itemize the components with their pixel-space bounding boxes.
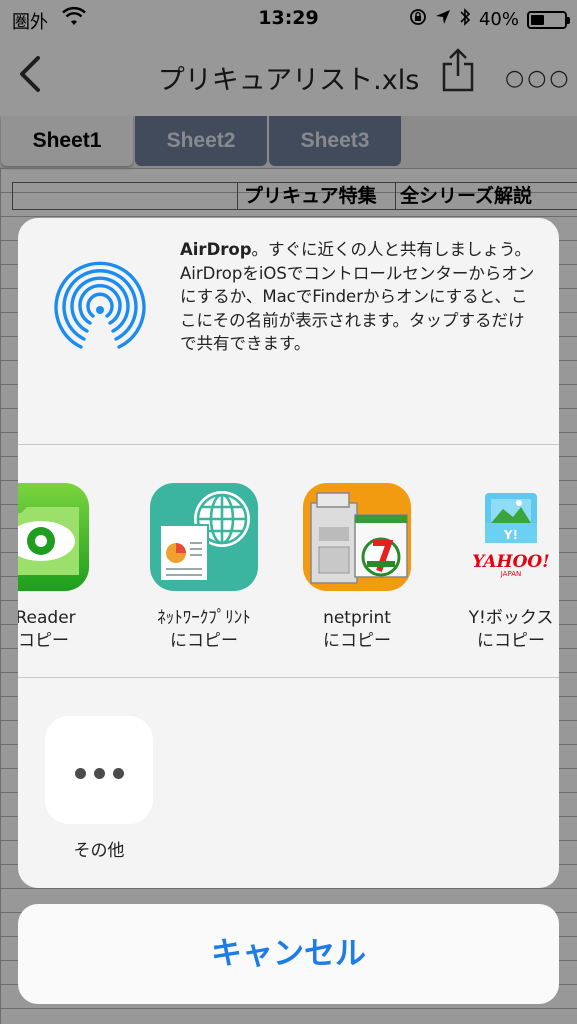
app-label: ﾈｯﾄﾜｰｸﾌﾟﾘﾝﾄ にコピー (157, 608, 251, 651)
netprint-icon (303, 483, 411, 591)
airdrop-description: AirDrop。すぐに近くの人と共有しましょう。AirDropをiOSでコントロ… (180, 238, 538, 356)
airdrop-icon (50, 260, 150, 360)
more-actions-section: その他 (18, 678, 559, 888)
app-yahoo-box[interactable]: Y! YAHOO! JAPAN Y!ボックス にコピー (441, 483, 559, 673)
network-print-icon (150, 483, 258, 591)
app-label: netprint にコピー (323, 608, 391, 651)
svg-text:Y!: Y! (503, 528, 518, 542)
app-label: Y!ボックス にコピー (468, 608, 554, 651)
more-label: その他 (73, 841, 125, 861)
app-network-print[interactable]: ﾈｯﾄﾜｰｸﾌﾟﾘﾝﾄ にコピー (134, 483, 274, 673)
app-goodreader[interactable]: odReaderにコピー (18, 483, 105, 673)
app-label: odReaderにコピー (18, 608, 76, 651)
apps-row: odReaderにコピー ﾈｯﾄﾜｰｸ (18, 445, 559, 677)
more-button[interactable] (45, 716, 153, 824)
goodreader-icon (18, 483, 89, 591)
ellipsis-icon (45, 764, 153, 783)
app-netprint[interactable]: netprint にコピー (287, 483, 427, 673)
svg-text:JAPAN: JAPAN (500, 570, 522, 578)
airdrop-title: AirDrop (180, 240, 252, 259)
yahoo-box-icon: Y! YAHOO! JAPAN (457, 483, 559, 591)
airdrop-section[interactable]: AirDrop。すぐに近くの人と共有しましょう。AirDropをiOSでコントロ… (18, 218, 559, 444)
share-sheet: AirDrop。すぐに近くの人と共有しましょう。AirDropをiOSでコントロ… (18, 218, 559, 888)
svg-text:YAHOO!: YAHOO! (472, 552, 549, 572)
cancel-button[interactable]: キャンセル (18, 904, 559, 1004)
